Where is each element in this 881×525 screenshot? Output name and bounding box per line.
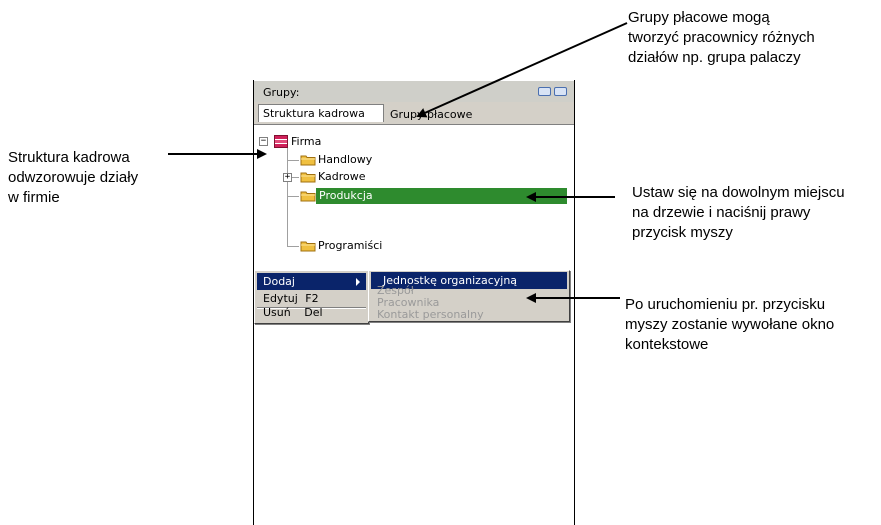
arrow-to-grupy-placowe: [416, 22, 628, 118]
callout-arrows: [168, 22, 628, 303]
